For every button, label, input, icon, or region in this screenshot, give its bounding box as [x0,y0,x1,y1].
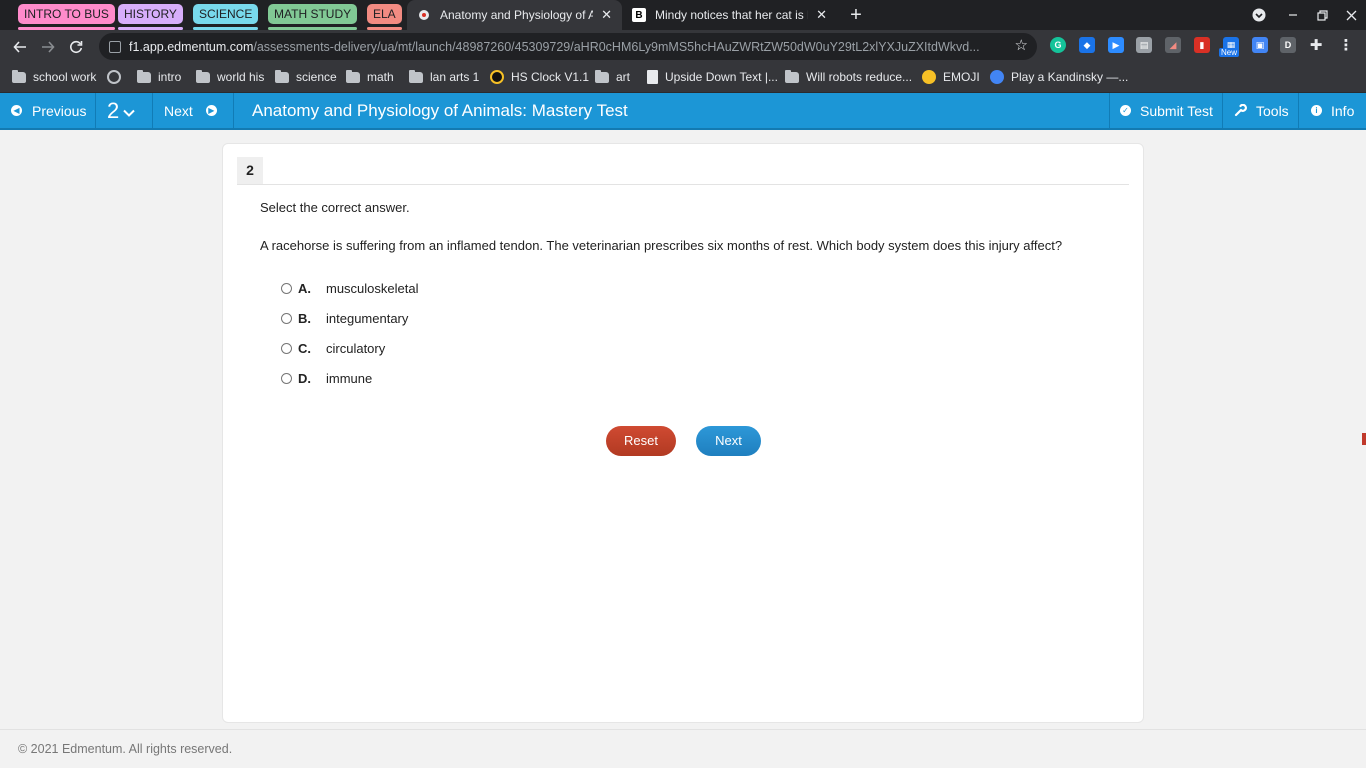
bookmark-lan-arts[interactable]: lan arts 1 [409,63,479,91]
folder-icon [595,69,609,83]
test-header-bar: ◀ Previous 2 Next ▶ Anatomy and Physiolo… [0,93,1366,130]
url-text: f1.app.edmentum.com/assessments-delivery… [129,39,980,54]
browser-tab-strip: INTRO TO BUS HISTORY SCIENCE MATH STUDY … [0,0,1366,30]
reload-icon[interactable] [62,30,90,63]
radio-button[interactable] [281,312,292,324]
restore-window-icon[interactable] [1312,0,1332,30]
zoom-extension-icon[interactable]: ▶ [1108,37,1124,53]
bookmark-star-icon[interactable]: ☆ [1015,36,1028,54]
previous-button[interactable]: ◀ Previous [11,93,86,128]
new-tab-plus-icon[interactable]: + [843,0,869,30]
globe-icon [107,70,121,84]
tab-group-math-study[interactable]: MATH STUDY [268,4,358,30]
new-badge: New [1219,48,1240,57]
bookmark-science[interactable]: science [275,63,337,91]
brainly-favicon-icon: B [632,8,646,22]
puzzle-extensions-icon[interactable]: ✚ [1308,37,1324,54]
browser-tab-brainly[interactable]: B Mindy notices that her cat is having t… [622,0,837,30]
test-title: Anatomy and Physiology of Animals: Maste… [252,101,628,120]
bookmark-kandinsky[interactable]: Play a Kandinsky —... [990,63,1128,91]
docs-extension-icon[interactable]: ▣ [1252,37,1268,53]
check-circle-icon: ✓ [1120,105,1131,116]
bookmark-emoji[interactable]: EMOJI [922,63,980,91]
d-extension-icon[interactable]: D [1280,37,1296,53]
bookmark-upside-down-text[interactable]: Upside Down Text |... [647,63,778,91]
tab-group-science[interactable]: SCIENCE [193,4,259,30]
question-instruction: Select the correct answer. [260,200,410,215]
bookmark-globe[interactable] [107,63,128,91]
browser-menu-icon[interactable]: ⋮ [1338,37,1354,54]
folder-icon [785,69,799,83]
edge-marker [1362,433,1366,445]
reset-button[interactable]: Reset [606,426,676,456]
browser-tab-active[interactable]: Anatomy and Physiology of Animals: Maste… [407,0,622,30]
bookmark-will-robots[interactable]: Will robots reduce... [785,63,912,91]
copyright-text: © 2021 Edmentum. All rights reserved. [18,742,233,756]
question-number: 2 [237,157,263,184]
bookmark-world-his[interactable]: world his [196,63,264,91]
shield-extension-icon[interactable]: ◆ [1079,37,1095,53]
chevron-down-icon [123,109,135,117]
folder-icon [137,69,151,83]
tab-group-intro-to-bus[interactable]: INTRO TO BUS [18,4,115,30]
clock-icon [490,70,504,84]
bookmark-hs-clock[interactable]: HS Clock V1.1 [490,63,589,91]
minimize-icon[interactable] [1283,0,1303,30]
radio-button[interactable] [281,282,292,294]
answer-choice-b[interactable]: B. integumentary [281,308,408,328]
forward-arrow-icon[interactable] [34,30,62,63]
tab-group-history[interactable]: HISTORY [118,4,183,30]
reader-extension-icon[interactable]: ◢ [1165,37,1181,53]
folder-icon [196,69,210,83]
tab-group-ela[interactable]: ELA [367,4,402,30]
page-footer: © 2021 Edmentum. All rights reserved. [0,729,1366,768]
folder-icon [346,69,360,83]
arrow-right-icon: ▶ [205,105,217,116]
close-tab-icon[interactable]: ✕ [601,7,612,23]
bookmark-intro[interactable]: intro [137,63,181,91]
page-icon [647,70,658,84]
radio-button[interactable] [281,342,292,354]
bookmark-art[interactable]: art [595,63,630,91]
bookmark-math[interactable]: math [346,63,394,91]
folder-icon [409,69,423,83]
close-window-icon[interactable] [1341,0,1361,30]
arrow-left-icon: ◀ [11,105,22,116]
tab-search-chevron-icon[interactable] [1248,0,1270,30]
folder-icon [12,69,26,83]
pages-extension-icon[interactable]: ▤ [1136,37,1152,53]
next-button[interactable]: Next [696,426,761,456]
close-tab-icon[interactable]: ✕ [816,7,827,23]
info-button[interactable]: i Info [1311,93,1354,128]
page-info-icon[interactable] [109,40,121,53]
tab-title: Mindy notices that her cat is having tro… [655,8,808,22]
answer-choice-d[interactable]: D. immune [281,368,372,388]
info-circle-icon: i [1311,105,1322,116]
answer-choice-a[interactable]: A. musculoskeletal [281,278,419,298]
answer-choice-c[interactable]: C. circulatory [281,338,385,358]
wrench-icon [1234,104,1247,117]
question-stem: A racehorse is suffering from an inflame… [260,238,1063,253]
back-arrow-icon[interactable] [6,30,34,63]
radio-button[interactable] [281,372,292,384]
bookmark-school-work[interactable]: school work [12,63,96,91]
submit-test-button[interactable]: ✓ Submit Test [1120,93,1213,128]
red-book-extension-icon[interactable]: ▮ [1194,37,1210,53]
question-selector-dropdown[interactable]: 2 [107,93,135,128]
header-next-button[interactable]: Next ▶ [164,93,217,128]
question-card: 2 Select the correct answer. A racehorse… [222,143,1144,723]
address-bar[interactable]: f1.app.edmentum.com/assessments-delivery… [99,33,1037,60]
edmentum-favicon-icon [417,8,431,22]
tab-title: Anatomy and Physiology of Animals: Maste… [440,8,594,22]
folder-icon [275,69,289,83]
tools-button[interactable]: Tools [1234,93,1289,128]
museum-icon [990,70,1004,84]
grammarly-extension-icon[interactable]: G [1050,37,1066,53]
bookmarks-bar: school work intro world his science math… [0,63,1366,93]
smiley-emoji-icon [922,70,936,84]
browser-toolbar: f1.app.edmentum.com/assessments-delivery… [0,30,1366,63]
